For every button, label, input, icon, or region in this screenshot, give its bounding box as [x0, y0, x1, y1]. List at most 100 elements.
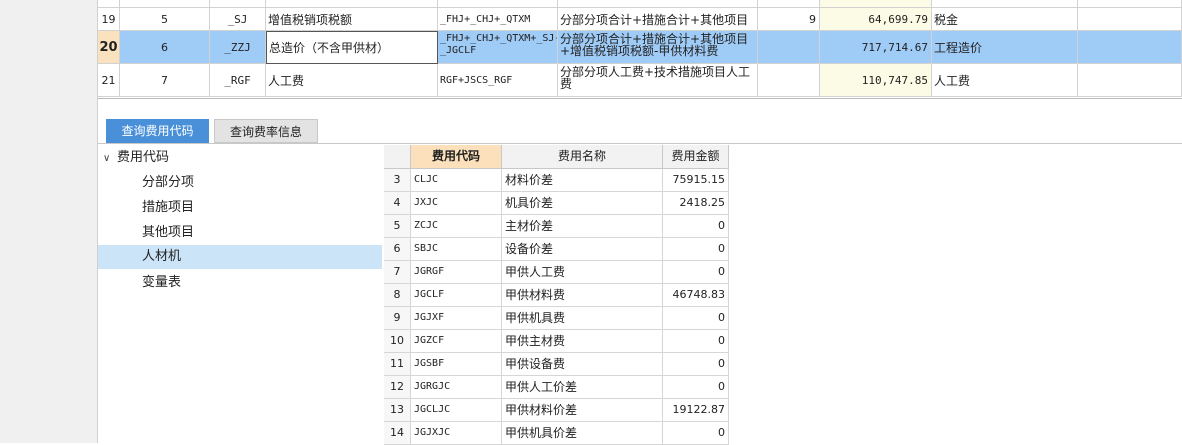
name-cell[interactable]: 甲供设备费	[502, 353, 663, 376]
row-number: 21	[98, 64, 120, 97]
table-row[interactable]: 13 JGCLJC 甲供材料价差 19122.87	[384, 399, 729, 422]
table-row[interactable]: 11 JGSBF 甲供设备费 0	[384, 353, 729, 376]
tree-root-label: 费用代码	[117, 150, 170, 165]
amount-cell[interactable]: 0	[663, 330, 729, 353]
name-cell[interactable]: 甲供主材费	[502, 330, 663, 353]
tab-query-code[interactable]: 查询费用代码	[106, 119, 209, 143]
tree-item-qtxm[interactable]: 其他项目	[98, 221, 382, 245]
name-cell[interactable]: 增值税销项税额	[266, 8, 438, 31]
name-cell[interactable]: 甲供人工价差	[502, 376, 663, 399]
amount-cell: 64,699.79	[820, 8, 932, 31]
base-cell[interactable]: _FHJ+_CHJ+_QTXM+_SJ-_JGCLF	[438, 31, 558, 64]
code-cell[interactable]: JGSBF	[411, 353, 502, 376]
code-cell[interactable]: JXJC	[411, 192, 502, 215]
table-row[interactable]: 14 JGJXJC 甲供机具价差 0	[384, 422, 729, 445]
amount-cell[interactable]: 0	[663, 215, 729, 238]
table-row[interactable]: 7 JGRGF 甲供人工费 0	[384, 261, 729, 284]
table-row[interactable]: 8 JGCLF 甲供材料费 46748.83	[384, 284, 729, 307]
base-desc-cell[interactable]: 分部分项人工费+技术措施项目人工费	[558, 64, 758, 97]
base-desc-cell[interactable]: 分部分项合计+措施合计+其他项目+增值税销项税额-甲供材料费	[558, 31, 758, 64]
name-cell[interactable]: 甲供材料费	[502, 284, 663, 307]
code-cell[interactable]: JGRGF	[411, 261, 502, 284]
row-number: 7	[384, 261, 411, 284]
base-desc-cell[interactable]: 分部分项合计+措施合计+其他项目	[558, 8, 758, 31]
name-cell[interactable]: 甲供机具费	[502, 307, 663, 330]
row-number: 10	[384, 330, 411, 353]
amount-cell[interactable]: 46748.83	[663, 284, 729, 307]
name-cell[interactable]: 甲供机具价差	[502, 422, 663, 445]
row-number: 20	[98, 31, 120, 64]
chevron-down-icon[interactable]: ∨	[103, 149, 117, 169]
name-edit-cell[interactable]: 总造价（不含甲供材）	[266, 31, 438, 64]
amount-cell[interactable]: 0	[663, 422, 729, 445]
name-cell[interactable]: 人工费	[266, 64, 438, 97]
tree-item-csxm[interactable]: 措施项目	[98, 196, 382, 220]
amount-cell[interactable]: 2418.25	[663, 192, 729, 215]
table-row-selected[interactable]: 20 6 _ZZJ 总造价（不含甲供材） _FHJ+_CHJ+_QTXM+_SJ…	[98, 31, 1182, 64]
rate-cell[interactable]	[758, 31, 820, 64]
name-cell[interactable]: 主材价差	[502, 215, 663, 238]
tree-item-rcj[interactable]: 人材机	[98, 245, 382, 269]
code-cell[interactable]: JGZCF	[411, 330, 502, 353]
name-cell[interactable]: 甲供人工费	[502, 261, 663, 284]
amount-cell[interactable]: 0	[663, 353, 729, 376]
seq-cell[interactable]: 7	[120, 64, 210, 97]
table-row[interactable]: 19 5 _SJ 增值税销项税额 _FHJ+_CHJ+_QTXM 分部分项合计+…	[98, 8, 1182, 31]
table-header: 费用代码 费用名称 费用金额	[384, 145, 729, 169]
table-row[interactable]: 21 7 _RGF 人工费 RGF+JSCS_RGF 分部分项人工费+技术措施项…	[98, 64, 1182, 97]
name-cell[interactable]: 甲供材料价差	[502, 399, 663, 422]
base-cell[interactable]: _FHJ+_CHJ+_QTXM	[438, 8, 558, 31]
code-cell[interactable]: CLJC	[411, 169, 502, 192]
category-cell[interactable]: 税金	[932, 8, 1078, 31]
amount-cell[interactable]: 0	[663, 376, 729, 399]
table-row[interactable]: 10 JGZCF 甲供主材费 0	[384, 330, 729, 353]
seq-cell[interactable]: 6	[120, 31, 210, 64]
code-cell[interactable]: JGCLJC	[411, 399, 502, 422]
amount-cell[interactable]: 0	[663, 261, 729, 284]
code-cell[interactable]: ZCJC	[411, 215, 502, 238]
table-row[interactable]: 9 JGJXF 甲供机具费 0	[384, 307, 729, 330]
code-cell[interactable]: JGJXJC	[411, 422, 502, 445]
name-cell[interactable]: 机具价差	[502, 192, 663, 215]
header-amount[interactable]: 费用金额	[663, 145, 729, 168]
table-row[interactable]: 3 CLJC 材料价差 75915.15	[384, 169, 729, 192]
name-cell[interactable]: 材料价差	[502, 169, 663, 192]
row-number: 3	[384, 169, 411, 192]
row-number: 12	[384, 376, 411, 399]
tree-item-blb[interactable]: 变量表	[98, 271, 382, 295]
rate-cell[interactable]: 9	[758, 8, 820, 31]
extra-cell[interactable]	[1078, 8, 1182, 31]
table-row[interactable]: 6 SBJC 设备价差 0	[384, 238, 729, 261]
amount-cell[interactable]: 0	[663, 307, 729, 330]
seq-cell[interactable]: 5	[120, 8, 210, 31]
code-cell[interactable]: JGCLF	[411, 284, 502, 307]
category-cell[interactable]: 工程造价	[932, 31, 1078, 64]
fee-summary-grid[interactable]: 19 5 _SJ 增值税销项税额 _FHJ+_CHJ+_QTXM 分部分项合计+…	[98, 0, 1182, 99]
tab-query-rate[interactable]: 查询费率信息	[214, 119, 318, 143]
category-cell[interactable]: 人工费	[932, 64, 1078, 97]
extra-cell[interactable]	[1078, 64, 1182, 97]
tree-root[interactable]: ∨ 费用代码	[103, 148, 169, 168]
name-cell[interactable]: 设备价差	[502, 238, 663, 261]
table-row[interactable]: 4 JXJC 机具价差 2418.25	[384, 192, 729, 215]
amount-cell[interactable]: 19122.87	[663, 399, 729, 422]
table-row[interactable]: 5 ZCJC 主材价差 0	[384, 215, 729, 238]
extra-cell[interactable]	[1078, 31, 1182, 64]
header-code[interactable]: 费用代码	[411, 145, 502, 168]
code-cell[interactable]: JGRGJC	[411, 376, 502, 399]
code-cell[interactable]: _RGF	[210, 64, 266, 97]
amount-cell: 717,714.67	[820, 31, 932, 64]
code-cell[interactable]: JGJXF	[411, 307, 502, 330]
amount-cell[interactable]: 75915.15	[663, 169, 729, 192]
header-name[interactable]: 费用名称	[502, 145, 663, 168]
code-cell[interactable]: _SJ	[210, 8, 266, 31]
code-cell[interactable]: SBJC	[411, 238, 502, 261]
row-number: 11	[384, 353, 411, 376]
code-cell[interactable]: _ZZJ	[210, 31, 266, 64]
tree-item-fbfx[interactable]: 分部分项	[98, 171, 382, 195]
amount-cell[interactable]: 0	[663, 238, 729, 261]
left-panel-strip	[0, 0, 98, 443]
rate-cell[interactable]	[758, 64, 820, 97]
base-cell[interactable]: RGF+JSCS_RGF	[438, 64, 558, 97]
table-row[interactable]: 12 JGRGJC 甲供人工价差 0	[384, 376, 729, 399]
